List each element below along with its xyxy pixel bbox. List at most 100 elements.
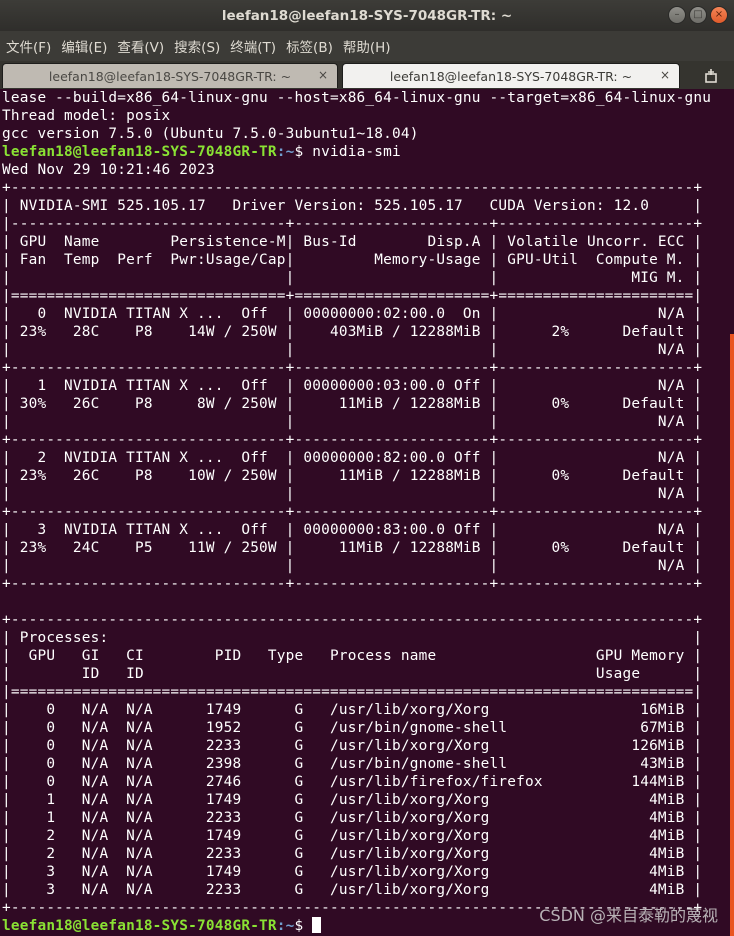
menu-bar: 文件(F) 编辑(E) 查看(V) 搜索(S) 终端(T) 标签(B) 帮助(H… bbox=[0, 31, 734, 61]
terminal-line: | 3 NVIDIA TITAN X ... Off | 00000000:83… bbox=[2, 521, 730, 539]
close-button[interactable]: × bbox=[710, 6, 728, 24]
tab-terminal-2[interactable]: leefan18@leefan18-SYS-7048GR-TR: ~ × bbox=[342, 63, 680, 88]
output-text: | 0 N/A N/A 2233 G /usr/lib/xorg/Xorg 12… bbox=[2, 738, 703, 754]
output-text: | ID ID Usage | bbox=[2, 666, 703, 682]
output-text: lease --build=x86_64-linux-gnu --host=x8… bbox=[2, 90, 712, 106]
output-text: | 0 N/A N/A 1952 G /usr/bin/gnome-shell … bbox=[2, 720, 703, 736]
scrollbar[interactable] bbox=[730, 89, 734, 936]
command-text: nvidia-smi bbox=[312, 144, 401, 160]
terminal-line: Thread model: posix bbox=[2, 107, 730, 125]
output-text: | 2 NVIDIA TITAN X ... Off | 00000000:82… bbox=[2, 450, 703, 466]
menu-tabs[interactable]: 标签(B) bbox=[286, 36, 333, 56]
output-text: | 0 NVIDIA TITAN X ... Off | 00000000:02… bbox=[2, 306, 703, 322]
output-text: | 23% 28C P8 14W / 250W | 403MiB / 12288… bbox=[2, 324, 703, 340]
terminal-line: gcc version 7.5.0 (Ubuntu 7.5.0-3ubuntu1… bbox=[2, 125, 730, 143]
terminal-line: | NVIDIA-SMI 525.105.17 Driver Version: … bbox=[2, 197, 730, 215]
terminal-line: lease --build=x86_64-linux-gnu --host=x8… bbox=[2, 89, 730, 107]
menu-help[interactable]: 帮助(H) bbox=[343, 36, 391, 56]
menu-edit[interactable]: 编辑(E) bbox=[61, 36, 107, 56]
output-text: +-------------------------------+-------… bbox=[2, 576, 703, 592]
output-text: +-------------------------------+-------… bbox=[2, 432, 703, 448]
terminal-line: | 0 N/A N/A 1749 G /usr/lib/xorg/Xorg 16… bbox=[2, 701, 730, 719]
output-text: Wed Nov 29 10:21:46 2023 bbox=[2, 162, 215, 178]
output-text: |-------------------------------+-------… bbox=[2, 216, 703, 232]
terminal-line: | 3 N/A N/A 2233 G /usr/lib/xorg/Xorg 4M… bbox=[2, 881, 730, 899]
terminal-line: | 23% 24C P5 11W / 250W | 11MiB / 12288M… bbox=[2, 539, 730, 557]
tab-bar: leefan18@leefan18-SYS-7048GR-TR: ~ × lee… bbox=[0, 61, 734, 90]
output-text: | 2 N/A N/A 2233 G /usr/lib/xorg/Xorg 4M… bbox=[2, 846, 703, 862]
menu-view[interactable]: 查看(V) bbox=[117, 36, 164, 56]
terminal-line: | | | N/A | bbox=[2, 413, 730, 431]
tab-close-icon[interactable]: × bbox=[318, 68, 328, 82]
output-text: |=======================================… bbox=[2, 684, 703, 700]
scrollbar-thumb[interactable] bbox=[730, 334, 734, 936]
prompt-path: :~ bbox=[276, 144, 295, 160]
output-text: | GPU Name Persistence-M| Bus-Id Disp.A … bbox=[2, 234, 703, 250]
output-text: Thread model: posix bbox=[2, 108, 171, 124]
output-text: | 3 N/A N/A 1749 G /usr/lib/xorg/Xorg 4M… bbox=[2, 864, 703, 880]
terminal-line: | 3 N/A N/A 1749 G /usr/lib/xorg/Xorg 4M… bbox=[2, 863, 730, 881]
prompt-symbol: $ bbox=[294, 144, 313, 160]
tab-close-icon[interactable]: × bbox=[660, 68, 670, 82]
terminal-line: | 2 NVIDIA TITAN X ... Off | 00000000:82… bbox=[2, 449, 730, 467]
terminal-line: | 1 N/A N/A 2233 G /usr/lib/xorg/Xorg 4M… bbox=[2, 809, 730, 827]
output-text: | | | N/A | bbox=[2, 486, 703, 502]
minimize-button[interactable]: – bbox=[668, 6, 686, 24]
terminal-line: +-------------------------------+-------… bbox=[2, 359, 730, 377]
output-text: +-------------------------------+-------… bbox=[2, 504, 703, 520]
terminal-line: | | | N/A | bbox=[2, 557, 730, 575]
menu-search[interactable]: 搜索(S) bbox=[174, 36, 220, 56]
output-text: | 23% 24C P5 11W / 250W | 11MiB / 12288M… bbox=[2, 540, 703, 556]
terminal-line: |=======================================… bbox=[2, 683, 730, 701]
output-text: | GPU GI CI PID Type Process name GPU Me… bbox=[2, 648, 703, 664]
output-text: | | | MIG M. | bbox=[2, 270, 703, 286]
terminal-line: | | | N/A | bbox=[2, 485, 730, 503]
menu-file[interactable]: 文件(F) bbox=[6, 36, 51, 56]
output-text: | 30% 26C P8 8W / 250W | 11MiB / 12288Mi… bbox=[2, 396, 703, 412]
terminal-line: | 1 NVIDIA TITAN X ... Off | 00000000:03… bbox=[2, 377, 730, 395]
terminal-line: +---------------------------------------… bbox=[2, 611, 730, 629]
terminal-line: | 23% 28C P8 14W / 250W | 403MiB / 12288… bbox=[2, 323, 730, 341]
terminal-line: | Processes: | bbox=[2, 629, 730, 647]
output-text: |===============================+=======… bbox=[2, 288, 703, 304]
tab-terminal-1[interactable]: leefan18@leefan18-SYS-7048GR-TR: ~ × bbox=[2, 63, 338, 88]
terminal-line: | 23% 26C P8 10W / 250W | 11MiB / 12288M… bbox=[2, 467, 730, 485]
terminal-line: | 30% 26C P8 8W / 250W | 11MiB / 12288Mi… bbox=[2, 395, 730, 413]
terminal-line: | Fan Temp Perf Pwr:Usage/Cap| Memory-Us… bbox=[2, 251, 730, 269]
output-text: | 0 N/A N/A 1749 G /usr/lib/xorg/Xorg 16… bbox=[2, 702, 703, 718]
title-bar[interactable]: leefan18@leefan18-SYS-7048GR-TR: ~ – □ × bbox=[0, 0, 734, 31]
new-tab-button[interactable] bbox=[698, 66, 726, 86]
output-text: | 3 N/A N/A 2233 G /usr/lib/xorg/Xorg 4M… bbox=[2, 882, 703, 898]
maximize-button[interactable]: □ bbox=[689, 6, 707, 24]
output-text: | 0 N/A N/A 2398 G /usr/bin/gnome-shell … bbox=[2, 756, 703, 772]
terminal-line: +-------------------------------+-------… bbox=[2, 431, 730, 449]
output-text: | Fan Temp Perf Pwr:Usage/Cap| Memory-Us… bbox=[2, 252, 703, 268]
menu-terminal[interactable]: 终端(T) bbox=[230, 36, 276, 56]
terminal-line: +---------------------------------------… bbox=[2, 179, 730, 197]
terminal-line: | 2 N/A N/A 1749 G /usr/lib/xorg/Xorg 4M… bbox=[2, 827, 730, 845]
output-text: +---------------------------------------… bbox=[2, 180, 703, 196]
terminal-line: | GPU Name Persistence-M| Bus-Id Disp.A … bbox=[2, 233, 730, 251]
terminal-output[interactable]: lease --build=x86_64-linux-gnu --host=x8… bbox=[0, 89, 730, 936]
terminal-window: leefan18@leefan18-SYS-7048GR-TR: ~ – □ ×… bbox=[0, 0, 734, 936]
output-text: | 1 NVIDIA TITAN X ... Off | 00000000:03… bbox=[2, 378, 703, 394]
prompt-path: :~ bbox=[276, 918, 295, 934]
window-controls: – □ × bbox=[668, 6, 728, 24]
terminal-line: | GPU GI CI PID Type Process name GPU Me… bbox=[2, 647, 730, 665]
prompt-symbol: $ bbox=[294, 918, 313, 934]
terminal-line: | | | MIG M. | bbox=[2, 269, 730, 287]
terminal-line: |===============================+=======… bbox=[2, 287, 730, 305]
output-text: | 2 N/A N/A 1749 G /usr/lib/xorg/Xorg 4M… bbox=[2, 828, 703, 844]
prompt-user: leefan18@leefan18-SYS-7048GR-TR bbox=[2, 918, 277, 934]
terminal-line: +-------------------------------+-------… bbox=[2, 503, 730, 521]
terminal-line: | 0 N/A N/A 2398 G /usr/bin/gnome-shell … bbox=[2, 755, 730, 773]
output-text: | 1 N/A N/A 1749 G /usr/lib/xorg/Xorg 4M… bbox=[2, 792, 703, 808]
terminal-line: leefan18@leefan18-SYS-7048GR-TR:~$ nvidi… bbox=[2, 143, 730, 161]
terminal-line: | 0 NVIDIA TITAN X ... Off | 00000000:02… bbox=[2, 305, 730, 323]
output-text: | 1 N/A N/A 2233 G /usr/lib/xorg/Xorg 4M… bbox=[2, 810, 703, 826]
output-text: +---------------------------------------… bbox=[2, 612, 703, 628]
terminal-line: Wed Nov 29 10:21:46 2023 bbox=[2, 161, 730, 179]
output-text: gcc version 7.5.0 (Ubuntu 7.5.0-3ubuntu1… bbox=[2, 126, 419, 142]
terminal-line: | | | N/A | bbox=[2, 341, 730, 359]
